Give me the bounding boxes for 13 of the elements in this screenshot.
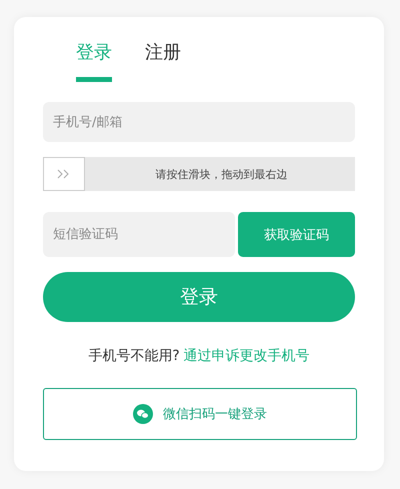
get-code-button[interactable]: 获取验证码 — [238, 212, 355, 257]
code-field[interactable]: 短信验证码 — [43, 212, 235, 257]
wechat-login-button[interactable]: 微信扫码一键登录 — [43, 388, 357, 440]
appeal-link[interactable]: 通过申诉更改手机号 — [184, 347, 310, 365]
tab[interactable]: 注册 — [145, 41, 181, 82]
slider-handle[interactable] — [43, 157, 85, 191]
tab[interactable]: 登录 — [76, 41, 112, 82]
login-button[interactable]: 登录 — [43, 272, 355, 322]
double-chevron-icon — [57, 169, 71, 179]
slider-hint: 请按住滑块，拖动到最右边 — [156, 166, 288, 182]
help-text: 手机号不能用? — [88, 347, 180, 365]
chat-bubbles-icon — [133, 404, 153, 424]
account-field[interactable]: 手机号/邮箱 — [43, 102, 355, 142]
